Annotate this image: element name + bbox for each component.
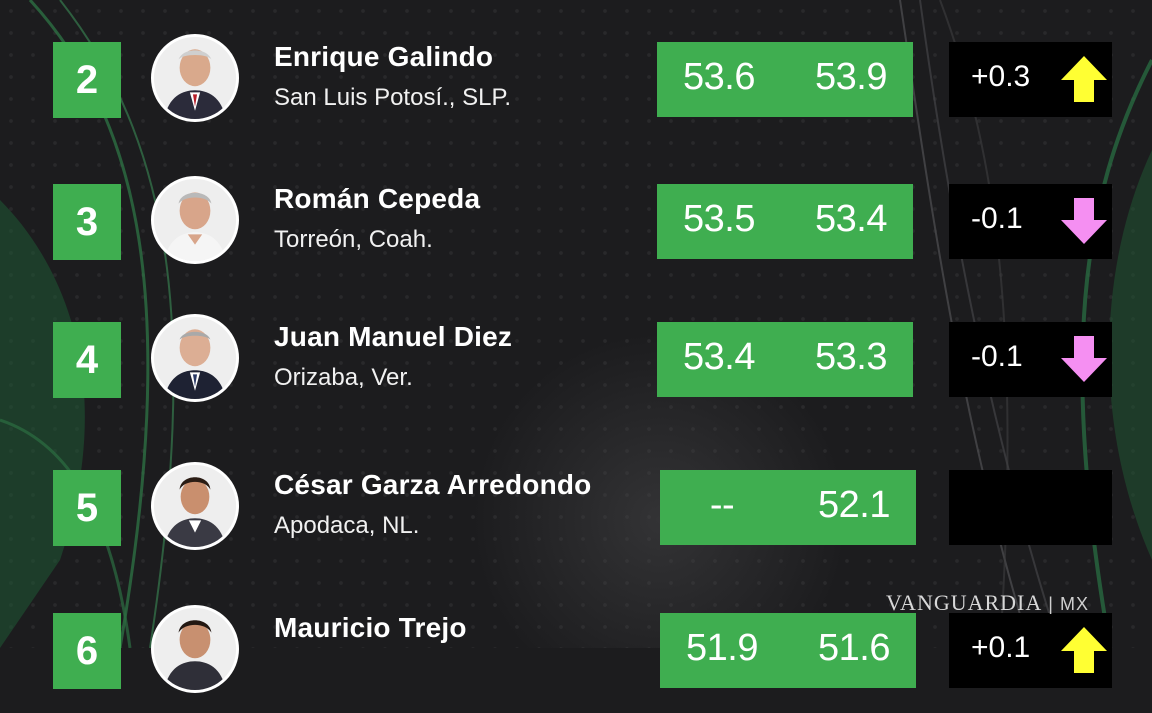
avatar bbox=[151, 462, 239, 550]
previous-score: 53.6 bbox=[683, 56, 755, 98]
rank-badge: 4 bbox=[53, 322, 121, 398]
candidate-city: Torreón, Coah. bbox=[274, 226, 433, 253]
scores-box: 51.9 51.6 bbox=[660, 613, 916, 688]
arrow-down-icon bbox=[1061, 336, 1107, 382]
change-value: +0.1 bbox=[971, 631, 1031, 664]
ranking-row: 3 Román Cepeda Torreón, Coah. 53.5 53.4 … bbox=[0, 176, 1152, 284]
scores-box: 53.5 53.4 bbox=[657, 184, 913, 259]
avatar bbox=[151, 34, 239, 122]
candidate-name: César Garza Arredondo bbox=[274, 469, 592, 500]
watermark: VANGUARDIA | MX bbox=[886, 590, 1089, 615]
scores-box: 53.4 53.3 bbox=[657, 322, 913, 397]
previous-score: 53.5 bbox=[683, 198, 755, 240]
avatar bbox=[151, 176, 239, 264]
ranking-row: 4 Juan Manuel Diez Orizaba, Ver. 53.4 53… bbox=[0, 314, 1152, 422]
candidate-name: Mauricio Trejo bbox=[274, 612, 467, 643]
change-box: -0.1 bbox=[949, 184, 1112, 259]
change-box: +0.3 bbox=[949, 42, 1112, 117]
current-score: 53.4 bbox=[815, 198, 887, 240]
arrow-up-icon bbox=[1061, 627, 1107, 673]
current-score: 51.6 bbox=[818, 627, 890, 669]
scores-box: -- 52.1 bbox=[660, 470, 916, 545]
change-box bbox=[949, 470, 1112, 545]
candidate-name: Enrique Galindo bbox=[274, 41, 494, 72]
candidate-city: San Luis Potosí., SLP. bbox=[274, 84, 512, 111]
watermark-suffix: MX bbox=[1059, 594, 1089, 614]
watermark-text: VANGUARDIA bbox=[886, 590, 1043, 615]
arrow-down-icon bbox=[1061, 198, 1107, 244]
scores-box: 53.6 53.9 bbox=[657, 42, 913, 117]
previous-score: 51.9 bbox=[686, 627, 758, 669]
change-value: -0.1 bbox=[971, 340, 1023, 373]
current-score: 53.3 bbox=[815, 336, 887, 378]
previous-score: 53.4 bbox=[683, 336, 755, 378]
avatar bbox=[151, 605, 239, 693]
candidate-name: Juan Manuel Diez bbox=[274, 321, 513, 352]
ranking-row: 5 César Garza Arredondo Apodaca, NL. -- … bbox=[0, 462, 1152, 570]
avatar bbox=[151, 314, 239, 402]
ranking-row: 2 Enrique Galindo San Luis Potosí., SLP.… bbox=[0, 34, 1152, 142]
current-score: 52.1 bbox=[818, 484, 890, 526]
change-box: -0.1 bbox=[949, 322, 1112, 397]
rank-badge: 3 bbox=[53, 184, 121, 260]
rank-badge: 6 bbox=[53, 613, 121, 689]
change-value: -0.1 bbox=[971, 202, 1023, 235]
arrow-up-icon bbox=[1061, 56, 1107, 102]
rank-badge: 2 bbox=[53, 42, 121, 118]
candidate-name: Román Cepeda bbox=[274, 183, 481, 214]
previous-score: -- bbox=[709, 484, 735, 526]
candidate-city: Apodaca, NL. bbox=[274, 512, 420, 539]
current-score: 53.9 bbox=[815, 56, 887, 98]
candidate-city: Orizaba, Ver. bbox=[274, 364, 413, 391]
ranking-row: 6 Mauricio Trejo 51.9 51.6 +0.1 bbox=[0, 605, 1152, 713]
change-box: +0.1 bbox=[949, 613, 1112, 688]
change-value: +0.3 bbox=[971, 60, 1031, 93]
rank-badge: 5 bbox=[53, 470, 121, 546]
